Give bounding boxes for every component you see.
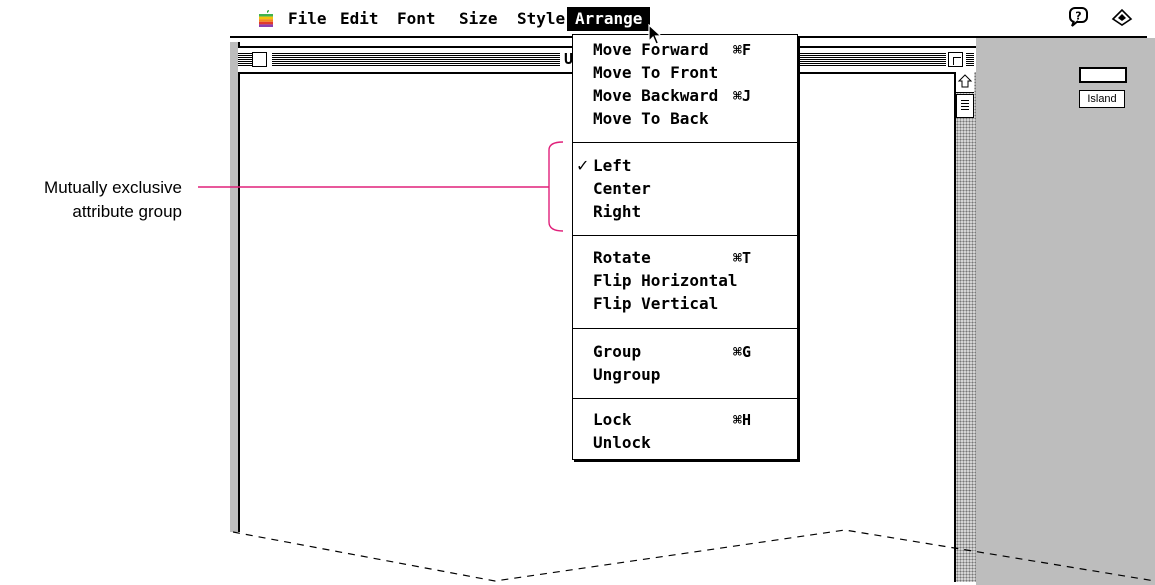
menu-item-lock[interactable]: Lock — [593, 410, 632, 429]
menu-item-group[interactable]: Group — [593, 342, 641, 361]
checkmark-icon: ✓ — [576, 156, 590, 175]
arrange-menu: Move Forward ⌘F Move To Front Move Backw… — [572, 34, 798, 460]
shortcut-move-forward: ⌘F — [733, 41, 752, 59]
menu-item-move-to-back[interactable]: Move To Back — [593, 109, 709, 128]
menu-item-move-to-front[interactable]: Move To Front — [593, 63, 718, 82]
menu-item-flip-horizontal[interactable]: Flip Horizontal — [593, 271, 738, 290]
shortcut-rotate: ⌘T — [733, 249, 752, 267]
menu-separator — [573, 328, 797, 329]
shortcut-group: ⌘G — [733, 343, 752, 361]
menu-item-rotate[interactable]: Rotate — [593, 248, 651, 267]
menu-item-right[interactable]: Right — [593, 202, 641, 221]
menu-item-ungroup[interactable]: Ungroup — [593, 365, 660, 384]
shortcut-lock: ⌘H — [733, 411, 752, 429]
menu-item-left[interactable]: Left — [593, 156, 632, 175]
cursor-arrow-icon — [648, 23, 664, 46]
menu-item-flip-vertical[interactable]: Flip Vertical — [593, 294, 718, 313]
menu-item-center[interactable]: Center — [593, 179, 651, 198]
menu-separator — [573, 398, 797, 399]
menu-item-unlock[interactable]: Unlock — [593, 433, 651, 452]
menu-separator — [573, 142, 797, 143]
shortcut-move-backward: ⌘J — [733, 87, 752, 105]
menu-separator — [573, 235, 797, 236]
menu-item-move-backward[interactable]: Move Backward — [593, 86, 718, 105]
